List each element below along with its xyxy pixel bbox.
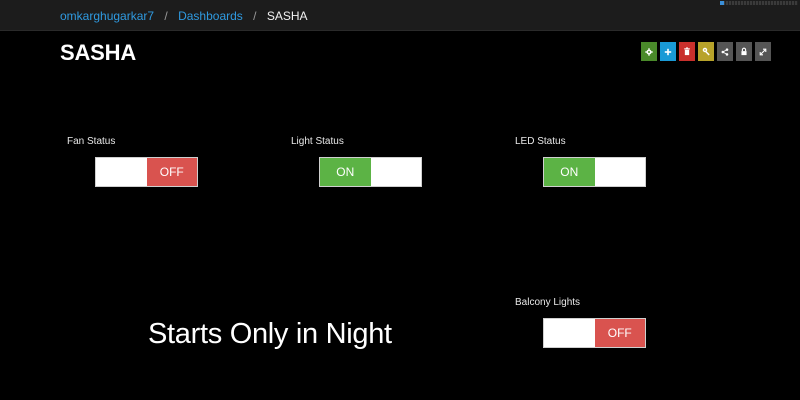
light-status-label: Light Status <box>291 136 344 147</box>
page-title: SASHA <box>60 40 137 65</box>
breadcrumb-separator: / <box>164 9 168 23</box>
led-status-label: LED Status <box>515 136 566 147</box>
settings-button[interactable] <box>641 42 657 61</box>
fullscreen-button[interactable] <box>755 42 771 61</box>
breadcrumb: omkarghugarkar7 / Dashboards / SASHA <box>60 9 308 23</box>
toggle-blank-half <box>544 319 595 347</box>
plus-icon <box>664 48 672 55</box>
toggle-state-on: ON <box>320 158 371 186</box>
fan-status-toggle[interactable]: OFF <box>95 157 198 187</box>
gear-icon <box>645 47 653 56</box>
balcony-lights-toggle[interactable]: OFF <box>543 318 646 348</box>
toggle-state-on: ON <box>544 158 595 186</box>
dashboard-toolbar <box>641 42 771 61</box>
toggle-state-off: OFF <box>146 158 197 186</box>
led-status-toggle[interactable]: ON <box>543 157 646 187</box>
lock-button[interactable] <box>736 42 752 61</box>
load-progress-fill <box>720 1 724 5</box>
key-icon <box>702 47 710 56</box>
toggle-blank-half <box>594 158 645 186</box>
fullscreen-icon <box>759 48 767 55</box>
lock-icon <box>741 47 747 56</box>
toggle-state-off: OFF <box>594 319 645 347</box>
key-button[interactable] <box>698 42 714 61</box>
breadcrumb-current: SASHA <box>266 9 308 23</box>
share-icon <box>721 47 729 56</box>
toggle-blank-half <box>370 158 421 186</box>
fan-status-label: Fan Status <box>67 136 116 147</box>
toggle-blank-half <box>96 158 147 186</box>
share-button[interactable] <box>717 42 733 61</box>
top-bar: omkarghugarkar7 / Dashboards / SASHA <box>0 0 800 31</box>
breadcrumb-user-link[interactable]: omkarghugarkar7 <box>60 9 154 23</box>
breadcrumb-dashboards-link[interactable]: Dashboards <box>178 9 243 23</box>
breadcrumb-separator: / <box>253 9 257 23</box>
add-widget-button[interactable] <box>660 42 676 61</box>
light-status-toggle[interactable]: ON <box>319 157 422 187</box>
night-note-text: Starts Only in Night <box>148 318 392 350</box>
balcony-lights-label: Balcony Lights <box>515 297 581 308</box>
dashboard-frame: omkarghugarkar7 / Dashboards / SASHA SAS… <box>0 0 800 400</box>
trash-icon <box>684 47 690 56</box>
delete-button[interactable] <box>679 42 695 61</box>
load-progress-bar <box>720 1 798 5</box>
